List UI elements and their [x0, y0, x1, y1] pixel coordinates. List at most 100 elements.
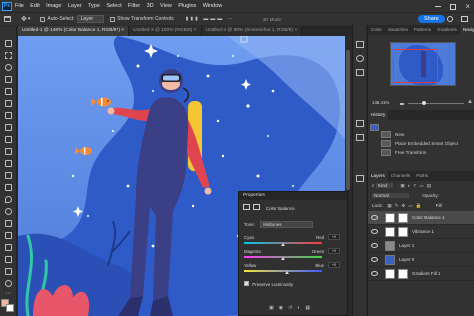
share-button[interactable]: Share [418, 15, 445, 23]
maximize-icon[interactable] [449, 3, 456, 10]
layer-row[interactable]: Color Balance 1 [368, 211, 474, 225]
close-icon[interactable]: × [465, 2, 470, 11]
menu-window[interactable]: Window [203, 3, 223, 9]
frame-tool-icon[interactable] [4, 99, 13, 108]
type-tool-icon[interactable] [4, 231, 13, 240]
tone-dropdown[interactable]: Midtones [260, 221, 313, 228]
visibility-eye-icon[interactable] [371, 243, 378, 248]
layer-name[interactable]: Color Balance 1 [412, 211, 445, 225]
history-item[interactable]: New [368, 130, 474, 139]
quick-select-tool-icon[interactable] [4, 75, 13, 84]
layer-row[interactable]: Layer 0 [368, 253, 474, 267]
zoom-tool-icon[interactable] [4, 279, 13, 288]
tab-document-1[interactable]: Untitled-1 @ 146% (Color Balance 1, RGB/… [18, 26, 130, 36]
menu-layer[interactable]: Layer [68, 3, 82, 9]
properties-icon[interactable] [356, 69, 364, 76]
tab-patterns[interactable]: Patterns [411, 25, 434, 35]
show-transform-checkbox[interactable] [110, 16, 116, 22]
layer-name[interactable]: Vibrance 1 [412, 225, 434, 239]
home-icon[interactable] [4, 16, 11, 22]
eyedropper-tool-icon[interactable] [4, 111, 13, 120]
navigator-view-box[interactable] [393, 49, 438, 83]
actions-icon[interactable] [356, 134, 364, 141]
tab-gradients[interactable]: Gradients [434, 25, 460, 35]
menu-image[interactable]: Image [46, 3, 61, 9]
layer-name[interactable]: Layer 0 [399, 253, 414, 267]
zoom-in-icon[interactable]: ▲ [467, 99, 473, 105]
dropdown-chevron-icon[interactable]: ▾ [28, 16, 31, 22]
gradient-tool-icon[interactable] [4, 183, 13, 192]
visibility-eye-icon[interactable] [371, 257, 378, 262]
visibility-eye-icon[interactable] [371, 271, 378, 276]
photoshop-app-icon[interactable]: Ps [2, 1, 12, 11]
zoom-slider-knob[interactable] [422, 101, 426, 105]
menu-edit[interactable]: Edit [30, 3, 39, 9]
shape-tool-icon[interactable] [4, 255, 13, 264]
layer-row[interactable]: Layer 1 [368, 239, 474, 253]
navigator-preview[interactable] [390, 42, 456, 86]
search-icon[interactable] [447, 16, 453, 22]
kind-filter-dropdown[interactable]: Kind [375, 183, 394, 188]
close-tab-icon[interactable]: × [294, 28, 297, 33]
preserve-luminosity-checkbox[interactable] [244, 281, 249, 286]
adjustments-icon[interactable] [356, 55, 364, 62]
crop-tool-icon[interactable] [4, 87, 13, 96]
history-brush-tool-icon[interactable] [4, 159, 13, 168]
reset-icon[interactable]: ↺ [288, 305, 297, 311]
color-balance-slider-row[interactable]: Yellow Blue +0 [244, 262, 340, 275]
blur-tool-icon[interactable] [4, 195, 13, 204]
slider-knob[interactable] [281, 243, 285, 246]
close-tab-icon[interactable]: × [194, 28, 197, 33]
libraries-icon[interactable] [356, 41, 364, 48]
layer-mask-thumbnail[interactable] [398, 213, 408, 223]
search-icon[interactable]: ⌕ [372, 183, 375, 188]
menu-type[interactable]: Type [88, 3, 100, 9]
slider-track[interactable] [244, 270, 322, 272]
history-item[interactable]: Place Embedded Smart Object [368, 139, 474, 148]
filter-icons[interactable]: ▣◐T▭▤ [400, 183, 434, 188]
tab-color[interactable]: Color [368, 25, 385, 35]
workspace-icon[interactable] [461, 16, 468, 22]
minimize-icon[interactable] [434, 6, 441, 7]
trash-icon[interactable]: ▦ [305, 305, 315, 311]
align-icons[interactable]: ▮▮▮ ▬▬▬ ⋯ [186, 16, 235, 22]
blend-mode-dropdown[interactable]: Normal [372, 193, 409, 198]
tab-document-3[interactable]: Untitled-3 @ 88% (Screenshot 1, RGB/8) × [201, 26, 303, 36]
slider-knob[interactable] [284, 271, 289, 274]
close-tab-icon[interactable]: × [121, 28, 124, 33]
hand-tool-icon[interactable] [4, 267, 13, 276]
visibility-eye-icon[interactable] [371, 215, 378, 220]
menu-file[interactable]: File [15, 3, 24, 9]
history-item[interactable]: Free Transform [368, 148, 474, 157]
layer-mask-thumbnail[interactable] [398, 269, 408, 279]
menu-3d[interactable]: 3D [147, 3, 154, 9]
slider-value-field[interactable]: +0 [328, 248, 340, 254]
menu-select[interactable]: Select [106, 3, 121, 9]
tab-layers[interactable]: Layers [368, 171, 388, 181]
visibility-eye-icon[interactable] [371, 229, 378, 234]
zoom-out-icon[interactable] [400, 103, 404, 105]
color-balance-slider-row[interactable]: Magenta Green +0 [244, 248, 340, 261]
clone-stamp-tool-icon[interactable] [4, 147, 13, 156]
auto-select-dropdown[interactable]: Layer [76, 15, 105, 23]
tab-swatches[interactable]: Swatches [385, 25, 411, 35]
slider-value-field[interactable]: +0 [328, 262, 340, 268]
lasso-tool-icon[interactable] [4, 63, 13, 72]
tab-channels[interactable]: Channels [388, 171, 413, 181]
layer-row[interactable]: Vibrance 1 [368, 225, 474, 239]
color-balance-slider-row[interactable]: Cyan Red +0 [244, 234, 340, 247]
layers-icon[interactable] [356, 175, 364, 182]
auto-select-checkbox[interactable] [40, 16, 46, 22]
layer-name[interactable]: Gradient Fill 1 [412, 267, 441, 281]
pen-tool-icon[interactable] [4, 219, 13, 228]
tab-navigator[interactable]: Navigator [459, 25, 474, 35]
dodge-tool-icon[interactable] [4, 207, 13, 216]
view-previous-icon[interactable]: ◉ [279, 305, 288, 311]
move-tool-icon[interactable] [4, 39, 13, 48]
scrollbar-thumb[interactable] [346, 50, 350, 190]
slider-value-field[interactable]: +0 [328, 234, 340, 240]
slider-knob[interactable] [281, 257, 285, 260]
mask-icon[interactable] [253, 204, 261, 210]
background-color-swatch[interactable] [6, 304, 14, 312]
marquee-tool-icon[interactable] [4, 51, 13, 60]
